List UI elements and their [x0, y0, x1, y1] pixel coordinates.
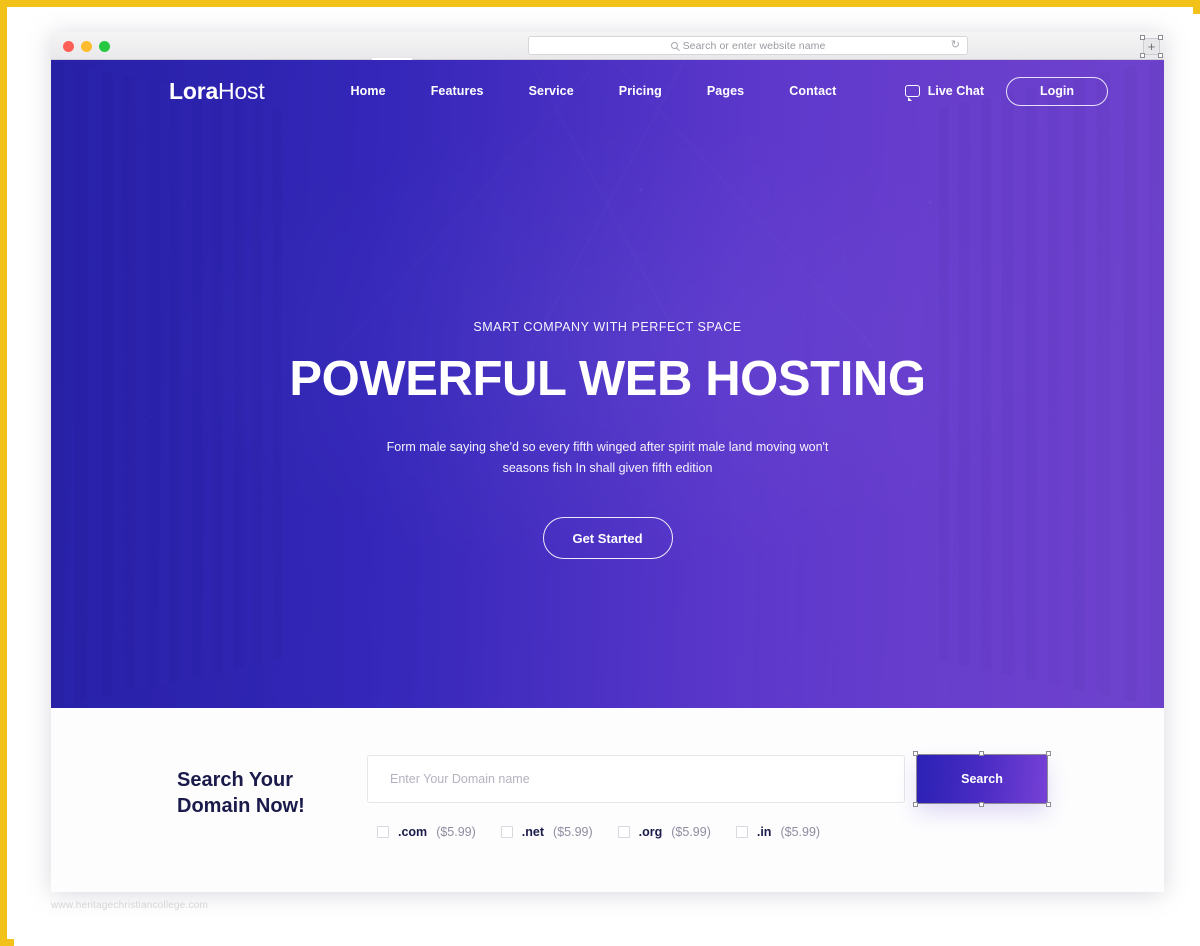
domain-search-section: Search Your Domain Now! Search: [51, 708, 1164, 892]
domain-search-button[interactable]: Search: [917, 755, 1047, 803]
maximize-window-button[interactable]: [99, 41, 110, 52]
tld-price: ($5.99): [553, 825, 593, 839]
selection-handle[interactable]: [1158, 35, 1163, 40]
nav-item-contact[interactable]: Contact: [789, 84, 836, 98]
hero-subtext-line-1: Form male saying she'd so every fifth wi…: [386, 440, 829, 454]
hero-headline: POWERFUL WEB HOSTING: [289, 352, 926, 406]
nav-item-home[interactable]: Home: [351, 84, 386, 98]
site-logo[interactable]: LoraHost: [169, 78, 265, 105]
tld-name: .net: [521, 825, 545, 839]
live-chat-label: Live Chat: [927, 84, 984, 98]
domain-search-title-line-2: Domain Now!: [177, 795, 305, 817]
nav-item-pages[interactable]: Pages: [707, 84, 744, 98]
selection-handle[interactable]: [1158, 53, 1163, 58]
navbar-actions: Live Chat Login: [904, 76, 1108, 106]
new-tab-button[interactable]: +: [1140, 35, 1163, 58]
watermark-text: www.heritagechristiancollege.com: [51, 900, 209, 911]
hero-subtext: Form male saying she'd so every fifth wi…: [51, 437, 1164, 479]
tld-option-org[interactable]: .org ($5.99): [617, 825, 711, 839]
domain-search-input[interactable]: [367, 755, 905, 803]
tld-options: .com ($5.99) .net ($5.99) .org ($5.99) .…: [367, 825, 1047, 839]
tld-checkbox[interactable]: [500, 826, 513, 838]
hero-content: SMART COMPANY WITH PERFECT SPACE POWERFU…: [51, 320, 1164, 559]
close-window-button[interactable]: [63, 41, 74, 52]
domain-search-form: Search .com: [367, 751, 1051, 839]
hero-section: LoraHost Home Features Service Pricing P…: [51, 60, 1164, 708]
search-button-wrapper: Search: [913, 751, 1051, 807]
search-icon: [670, 42, 678, 49]
address-bar[interactable]: Search or enter website name ↻: [528, 36, 968, 55]
selection-handle[interactable]: [1140, 53, 1145, 58]
nav-item-service[interactable]: Service: [529, 84, 574, 98]
live-chat-link[interactable]: Live Chat: [904, 84, 984, 101]
address-bar-placeholder: Search or enter website name: [682, 39, 826, 52]
chat-bubble-icon: [904, 85, 920, 101]
login-button[interactable]: Login: [1006, 76, 1108, 106]
reload-icon[interactable]: ↻: [951, 40, 960, 51]
tld-option-com[interactable]: .com ($5.99): [377, 825, 476, 839]
tld-checkbox[interactable]: [377, 826, 389, 838]
hero-eyebrow: SMART COMPANY WITH PERFECT SPACE: [473, 320, 742, 334]
tld-name: .com: [398, 825, 428, 839]
browser-window: Search or enter website name ↻ + LoraHos…: [51, 32, 1164, 892]
domain-input-row: Search: [367, 751, 1051, 807]
minimize-window-button[interactable]: [81, 41, 92, 52]
tld-name: .org: [638, 825, 663, 839]
get-started-button[interactable]: Get Started: [542, 517, 673, 559]
tld-option-in[interactable]: .in ($5.99): [735, 825, 821, 839]
new-tab-label: +: [1147, 39, 1156, 54]
main-menu: Home Features Service Pricing Pages Cont…: [351, 84, 837, 98]
tld-checkbox[interactable]: [617, 826, 630, 838]
nav-item-pricing[interactable]: Pricing: [619, 84, 662, 98]
traffic-light-group: [63, 41, 110, 52]
tld-option-net[interactable]: .net ($5.99): [500, 825, 593, 839]
logo-bold-text: Lora: [169, 77, 219, 104]
logo-light-text: Host: [218, 77, 265, 104]
tld-price: ($5.99): [780, 825, 821, 839]
tld-price: ($5.99): [436, 825, 476, 839]
page-frame: Search or enter website name ↻ + LoraHos…: [0, 0, 1200, 946]
domain-search-title-line-1: Search Your: [177, 769, 293, 791]
selection-handle[interactable]: [1140, 35, 1145, 40]
hero-subtext-line-2: seasons fish In shall given fifth editio…: [502, 461, 713, 475]
tld-name: .in: [756, 825, 772, 839]
tld-price: ($5.99): [671, 825, 711, 839]
browser-chrome-bar: Search or enter website name ↻ +: [51, 32, 1164, 60]
site-navbar: LoraHost Home Features Service Pricing P…: [51, 60, 1164, 122]
domain-search-title: Search Your Domain Now!: [177, 755, 367, 819]
nav-item-features[interactable]: Features: [431, 84, 484, 98]
tld-checkbox[interactable]: [735, 826, 748, 838]
